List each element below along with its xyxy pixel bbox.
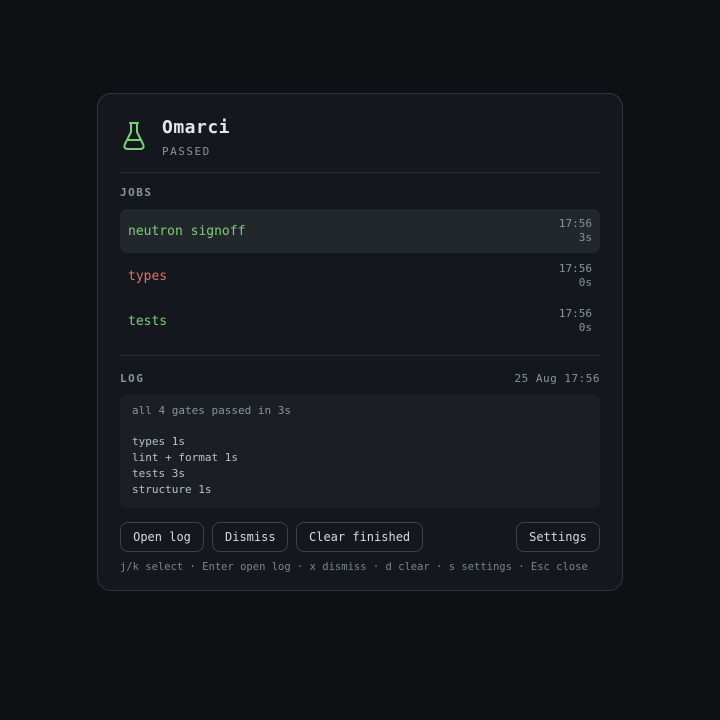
divider: [120, 172, 600, 173]
job-row[interactable]: tests 17:56 0s: [120, 299, 600, 343]
status-label: PASSED: [162, 145, 211, 158]
job-name: tests: [128, 313, 168, 329]
job-row[interactable]: neutron signoff 17:56 3s: [120, 209, 600, 253]
panel-header: Omarci PASSED: [120, 116, 230, 158]
log-output: all 4 gates passed in 3s types 1s lint +…: [120, 394, 600, 508]
settings-button[interactable]: Settings: [516, 522, 600, 552]
app-title: Omarci: [162, 117, 231, 138]
job-duration: 0s: [578, 321, 592, 334]
jobs-list: neutron signoff 17:56 3s types 17:56 0s …: [120, 209, 600, 344]
job-name: types: [128, 268, 168, 284]
job-time: 17:56: [558, 307, 592, 320]
job-name: neutron signoff: [128, 223, 246, 239]
job-duration: 0s: [578, 276, 592, 289]
log-line: lint + format 1s: [132, 451, 238, 464]
log-summary: all 4 gates passed in 3s: [132, 404, 291, 417]
open-log-button[interactable]: Open log: [120, 522, 204, 552]
log-line: types 1s: [132, 435, 185, 448]
dismiss-button[interactable]: Dismiss: [212, 522, 288, 552]
divider: [120, 355, 600, 356]
jobs-section-label: JOBS: [120, 186, 153, 199]
log-section-label: LOG: [120, 372, 145, 385]
log-timestamp: 25 Aug 17:56: [514, 372, 600, 385]
clear-finished-button[interactable]: Clear finished: [296, 522, 423, 552]
keyboard-hints: j/k select · Enter open log · x dismiss …: [120, 561, 588, 573]
flask-icon: [123, 122, 145, 150]
log-line: tests 3s: [132, 467, 185, 480]
job-duration: 3s: [578, 231, 592, 244]
action-bar: Open log Dismiss Clear finished Settings: [120, 522, 600, 552]
log-line: structure 1s: [132, 483, 212, 496]
job-row[interactable]: types 17:56 0s: [120, 254, 600, 298]
notification-panel: Omarci PASSED JOBS neutron signoff 17:56…: [97, 93, 623, 591]
job-time: 17:56: [558, 217, 592, 230]
job-time: 17:56: [558, 262, 592, 275]
